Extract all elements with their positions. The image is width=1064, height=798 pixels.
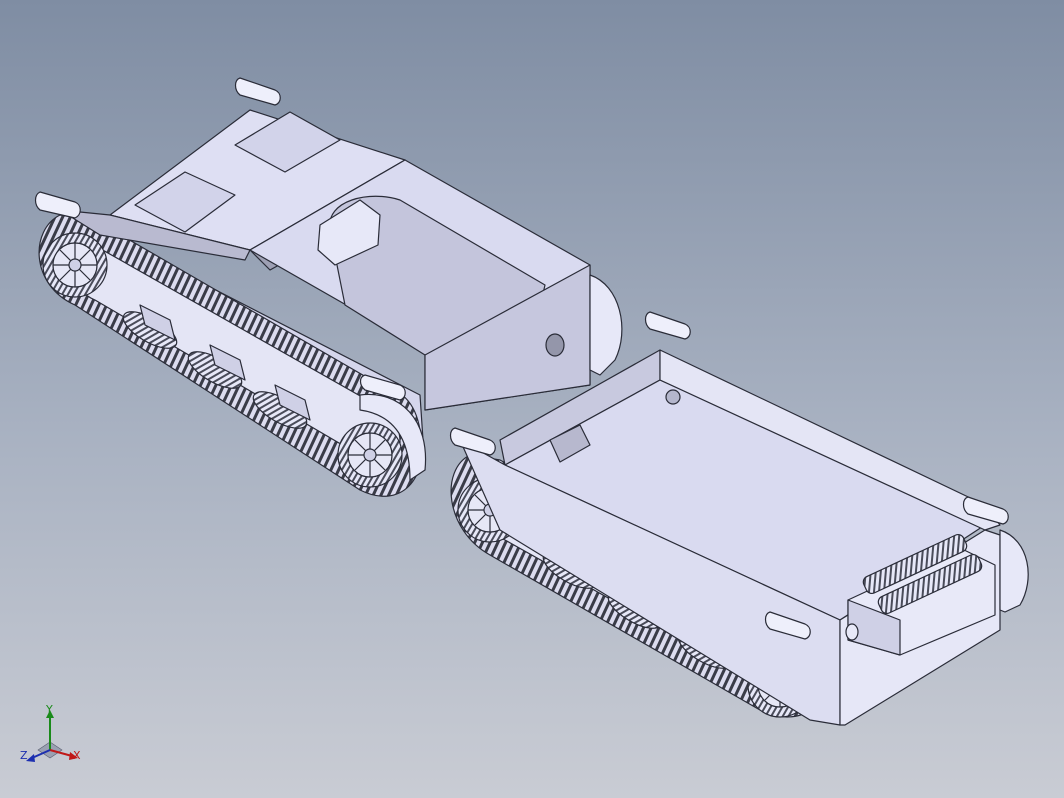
axis-z-label: Z [20,749,28,762]
tracked-vehicle-assembly-model[interactable] [0,0,1064,798]
rear-right-wheel-edge [589,274,623,376]
rear-front-sprocket [42,232,108,298]
rear-back-sprocket [337,422,403,488]
front-right-wheel-edge [999,529,1029,613]
axis-x-label: X [73,749,81,762]
cad-graphics-viewport[interactable]: Y X Z [0,0,1064,798]
axis-y-label: Y [46,703,53,716]
front-wall-hole [665,389,681,405]
rear-end-hole [545,333,565,357]
axis-triad[interactable]: Y X Z [18,700,88,770]
